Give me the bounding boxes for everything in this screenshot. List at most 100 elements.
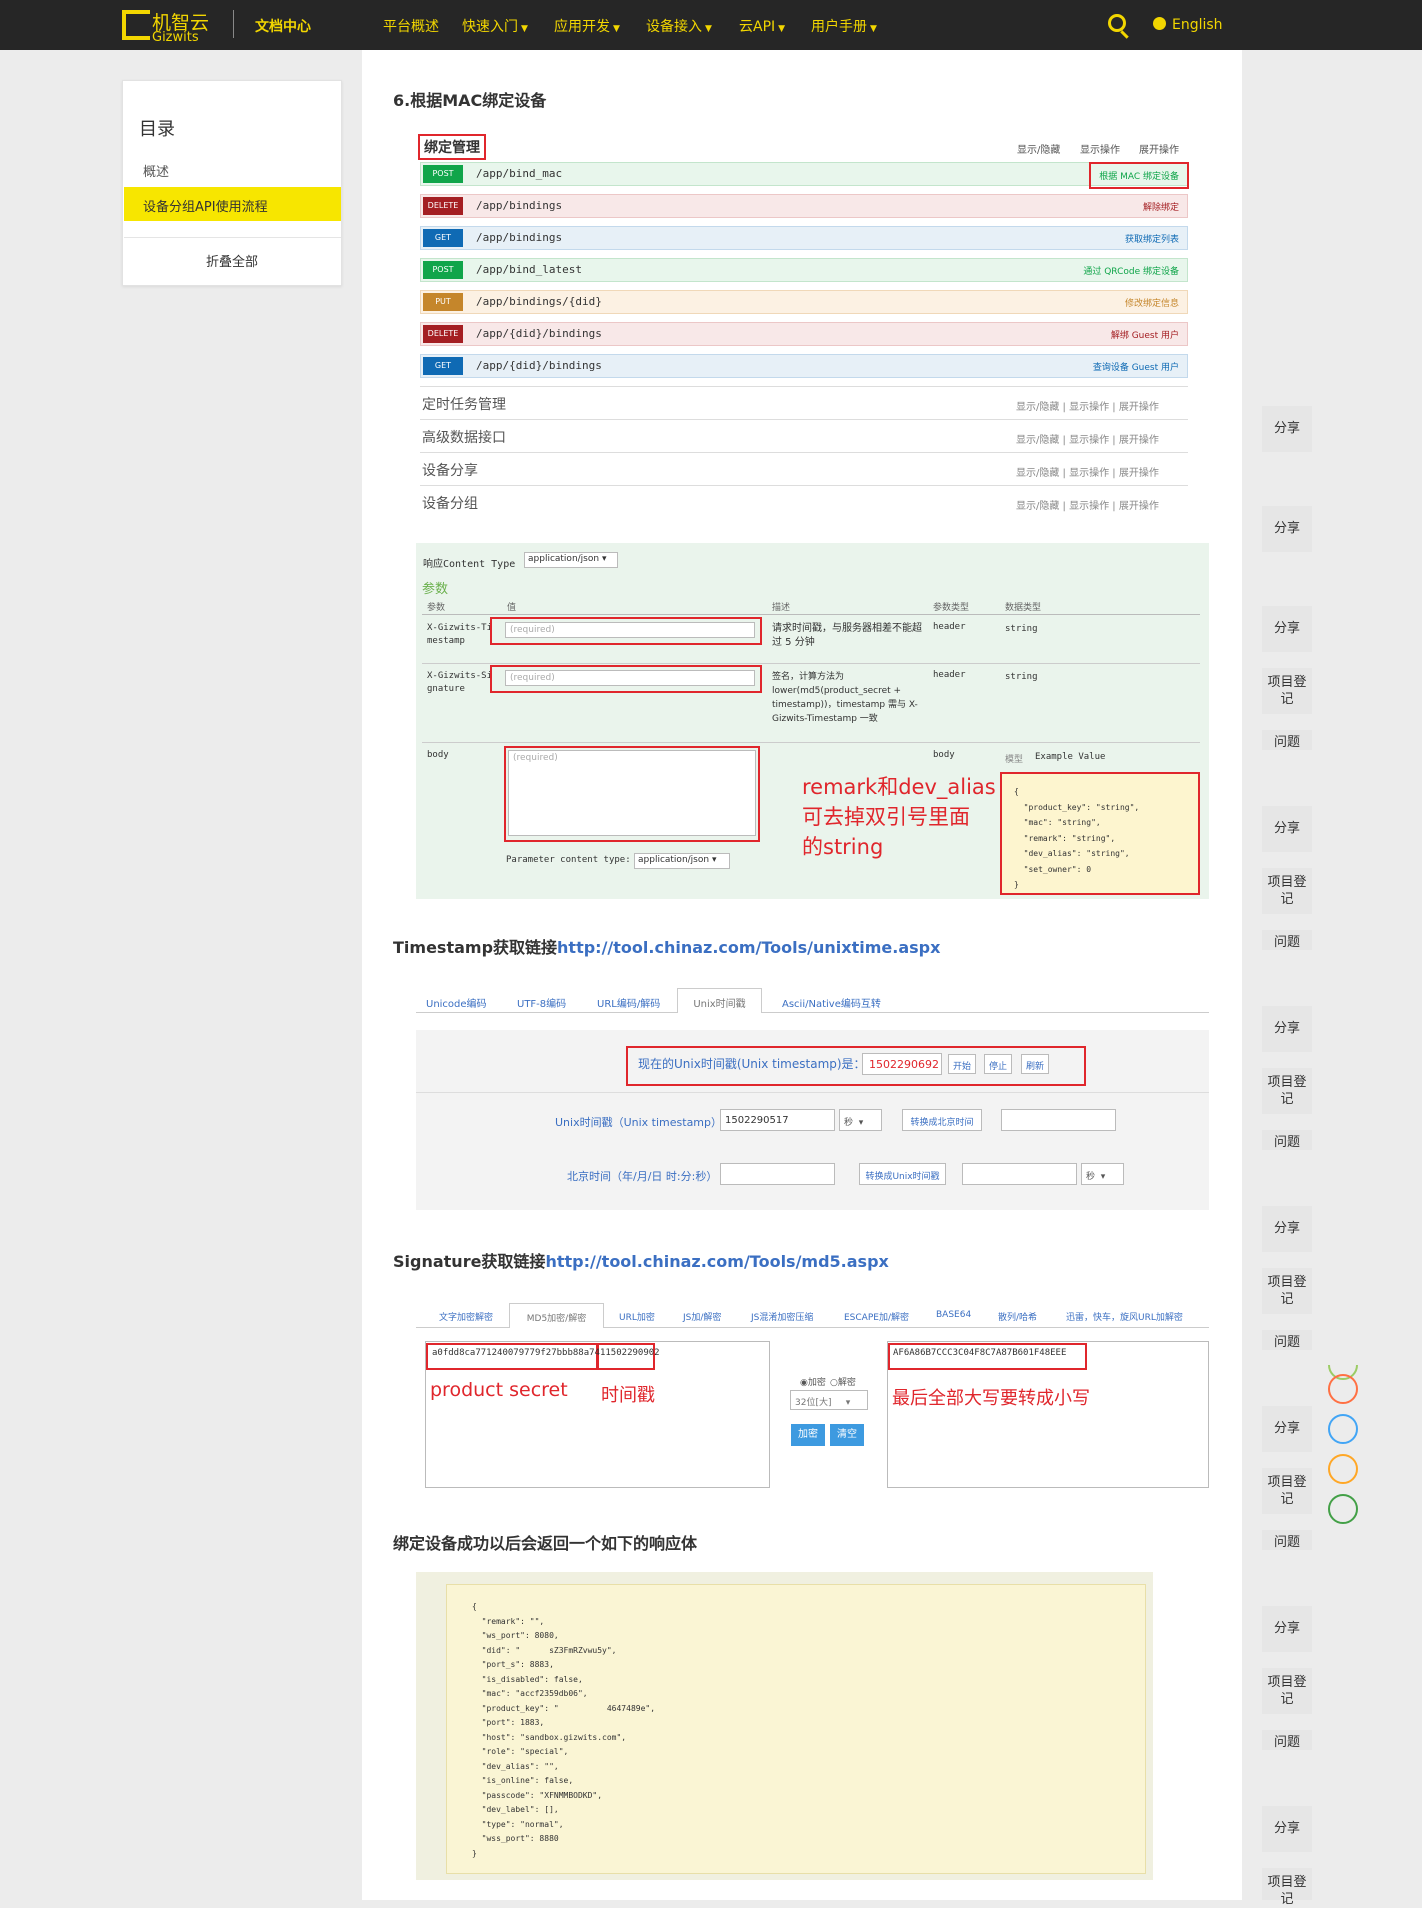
question-button[interactable]: 问题 bbox=[1262, 1530, 1312, 1550]
decrypt-radio[interactable]: ○解密 bbox=[830, 1375, 856, 1388]
circle-icon-amber[interactable] bbox=[1328, 1454, 1358, 1484]
tool-tab[interactable]: Unicode编码 bbox=[426, 995, 487, 1010]
param-content-type-select[interactable]: application/json ▾ bbox=[634, 853, 730, 869]
model-tab[interactable]: 模型 bbox=[1005, 752, 1023, 765]
nav-item-device[interactable]: 设备接入 ▼ bbox=[646, 16, 712, 36]
nav-item-appdev[interactable]: 应用开发 ▼ bbox=[554, 16, 620, 36]
share-button[interactable]: 分享 bbox=[1262, 1006, 1312, 1052]
nav-item-platform[interactable]: 平台概述 bbox=[383, 16, 439, 36]
circle-icon-green[interactable] bbox=[1328, 1494, 1358, 1524]
to-beijing-button[interactable]: 转换成北京时间 bbox=[902, 1109, 982, 1131]
beijing-output[interactable] bbox=[1001, 1109, 1116, 1131]
register-button[interactable]: 项目登记 bbox=[1262, 668, 1312, 714]
bits-select[interactable]: 32位[大] ▾ bbox=[790, 1390, 868, 1410]
circle-icon-blue[interactable] bbox=[1328, 1414, 1358, 1444]
md5-link[interactable]: http://tool.chinaz.com/Tools/md5.aspx bbox=[545, 1252, 888, 1271]
encrypt-radio[interactable]: ◉加密 bbox=[800, 1375, 826, 1388]
api-group-timer[interactable]: 定时任务管理 bbox=[422, 394, 506, 414]
share-button[interactable]: 分享 bbox=[1262, 406, 1312, 452]
share-button[interactable]: 分享 bbox=[1262, 806, 1312, 852]
endpoint-row[interactable]: GET /app/bindings 获取绑定列表 bbox=[420, 226, 1188, 250]
endpoint-row[interactable]: DELETE /app/bindings 解除绑定 bbox=[420, 194, 1188, 218]
tool-tab[interactable]: JS加/解密 bbox=[683, 1310, 721, 1323]
nav-item-cloudapi[interactable]: 云API ▼ bbox=[739, 16, 785, 36]
share-button[interactable]: 分享 bbox=[1262, 1406, 1312, 1452]
nav-item-quickstart[interactable]: 快速入门 ▼ bbox=[462, 16, 528, 36]
collapse-all-button[interactable]: 折叠全部 bbox=[123, 251, 341, 270]
register-button[interactable]: 项目登记 bbox=[1262, 868, 1312, 914]
body-textarea[interactable]: (required) bbox=[508, 750, 756, 836]
share-button[interactable]: 分享 bbox=[1262, 506, 1312, 552]
question-button[interactable]: 问题 bbox=[1262, 1330, 1312, 1350]
tool-tab[interactable]: 文字加密解密 bbox=[439, 1310, 493, 1323]
api-group-advanced[interactable]: 高级数据接口 bbox=[422, 427, 506, 447]
unit-select[interactable]: 秒 ▾ bbox=[1081, 1163, 1124, 1185]
encrypt-button[interactable]: 加密 bbox=[791, 1424, 825, 1446]
tool-tab[interactable]: BASE64 bbox=[936, 1310, 971, 1320]
language-switch[interactable]: English bbox=[1172, 17, 1223, 33]
register-button[interactable]: 项目登记 bbox=[1262, 1468, 1312, 1514]
tool-tab-active[interactable]: MD5加密/解密 bbox=[509, 1303, 604, 1328]
unix-output[interactable] bbox=[962, 1163, 1077, 1185]
share-button[interactable]: 分享 bbox=[1262, 606, 1312, 652]
toc-item-overview[interactable]: 概述 bbox=[143, 161, 169, 180]
group-ops[interactable]: 显示/隐藏 | 显示操作 | 展开操作 bbox=[1016, 431, 1159, 446]
tool-tab[interactable]: UTF-8编码 bbox=[517, 995, 566, 1010]
tool-tab[interactable]: 迅雷，快车，旋风URL加解密 bbox=[1066, 1310, 1183, 1323]
expand-ops-link[interactable]: 展开操作 bbox=[1139, 141, 1179, 156]
endpoint-row[interactable]: PUT /app/bindings/{did} 修改绑定信息 bbox=[420, 290, 1188, 314]
tool-tab[interactable]: Ascii/Native编码互转 bbox=[782, 995, 881, 1010]
logo-text-en[interactable]: Gizwits bbox=[152, 30, 199, 45]
toggle-visibility-link[interactable]: 显示/隐藏 bbox=[1017, 141, 1060, 156]
tool-tab[interactable]: URL加密 bbox=[619, 1310, 655, 1323]
toc-item-active[interactable]: 设备分组API使用流程 bbox=[124, 187, 341, 221]
question-button[interactable]: 问题 bbox=[1262, 1130, 1312, 1150]
tool-tab[interactable]: JS混淆加密压缩 bbox=[751, 1310, 813, 1323]
endpoint-row[interactable]: GET /app/{did}/bindings 查询设备 Guest 用户 bbox=[420, 354, 1188, 378]
register-button[interactable]: 项目登记 bbox=[1262, 1868, 1312, 1907]
endpoint-row[interactable]: POST /app/bind_latest 通过 QRCode 绑定设备 bbox=[420, 258, 1188, 282]
register-button[interactable]: 项目登记 bbox=[1262, 1068, 1312, 1114]
content-type-select[interactable]: application/json ▾ bbox=[524, 552, 618, 568]
tool-tab[interactable]: 散列/哈希 bbox=[998, 1310, 1037, 1323]
refresh-button[interactable]: 刷新 bbox=[1021, 1054, 1049, 1074]
endpoint-row[interactable]: POST /app/bind_mac 根据 MAC 绑定设备 bbox=[420, 162, 1189, 189]
group-ops[interactable]: 显示/隐藏 | 显示操作 | 展开操作 bbox=[1016, 497, 1159, 512]
question-button[interactable]: 问题 bbox=[1262, 930, 1312, 950]
endpoint-row[interactable]: DELETE /app/{did}/bindings 解绑 Guest 用户 bbox=[420, 322, 1188, 346]
globe-icon[interactable] bbox=[1153, 17, 1166, 30]
group-ops[interactable]: 显示/隐藏 | 显示操作 | 展开操作 bbox=[1016, 464, 1159, 479]
register-button[interactable]: 项目登记 bbox=[1262, 1268, 1312, 1314]
share-button[interactable]: 分享 bbox=[1262, 1206, 1312, 1252]
group-ops[interactable]: 显示/隐藏 | 显示操作 | 展开操作 bbox=[1016, 398, 1159, 413]
unix-input[interactable]: 1502290517 bbox=[720, 1109, 835, 1131]
register-button[interactable]: 项目登记 bbox=[1262, 1668, 1312, 1714]
question-button[interactable]: 问题 bbox=[1262, 1730, 1312, 1750]
start-button[interactable]: 开始 bbox=[948, 1054, 976, 1074]
share-button[interactable]: 分享 bbox=[1262, 1806, 1312, 1852]
tool-tab[interactable]: ESCAPE加/解密 bbox=[844, 1310, 909, 1323]
share-button[interactable]: 分享 bbox=[1262, 1606, 1312, 1652]
tool-tab-active[interactable]: Unix时间戳 bbox=[677, 988, 762, 1013]
nav-item-manual[interactable]: 用户手册 ▼ bbox=[811, 16, 877, 36]
signature-input[interactable]: (required) bbox=[505, 670, 755, 686]
tool-tab[interactable]: URL编码/解码 bbox=[597, 995, 660, 1010]
example-value-tab[interactable]: Example Value bbox=[1035, 752, 1105, 762]
caret-down-icon: ▼ bbox=[778, 24, 786, 34]
beijing-input[interactable] bbox=[720, 1163, 835, 1185]
doc-center-link[interactable]: 文档中心 bbox=[255, 16, 311, 36]
show-ops-link[interactable]: 显示操作 bbox=[1080, 141, 1120, 156]
unixtime-link[interactable]: http://tool.chinaz.com/Tools/unixtime.as… bbox=[557, 938, 940, 957]
question-button[interactable]: 问题 bbox=[1262, 730, 1312, 750]
stop-button[interactable]: 停止 bbox=[984, 1054, 1012, 1074]
timestamp-input[interactable]: (required) bbox=[505, 622, 755, 638]
gizwits-logo-icon[interactable] bbox=[122, 10, 150, 40]
unit-select[interactable]: 秒 ▾ bbox=[839, 1109, 882, 1131]
to-unix-button[interactable]: 转换成Unix时间戳 bbox=[859, 1163, 946, 1185]
search-icon[interactable] bbox=[1108, 14, 1126, 32]
clear-button[interactable]: 清空 bbox=[830, 1424, 864, 1446]
api-group-share[interactable]: 设备分享 bbox=[422, 460, 478, 480]
api-group-group[interactable]: 设备分组 bbox=[422, 493, 478, 513]
circle-icon-orange[interactable] bbox=[1328, 1374, 1358, 1404]
swagger-group-title[interactable]: 绑定管理 bbox=[418, 134, 486, 160]
